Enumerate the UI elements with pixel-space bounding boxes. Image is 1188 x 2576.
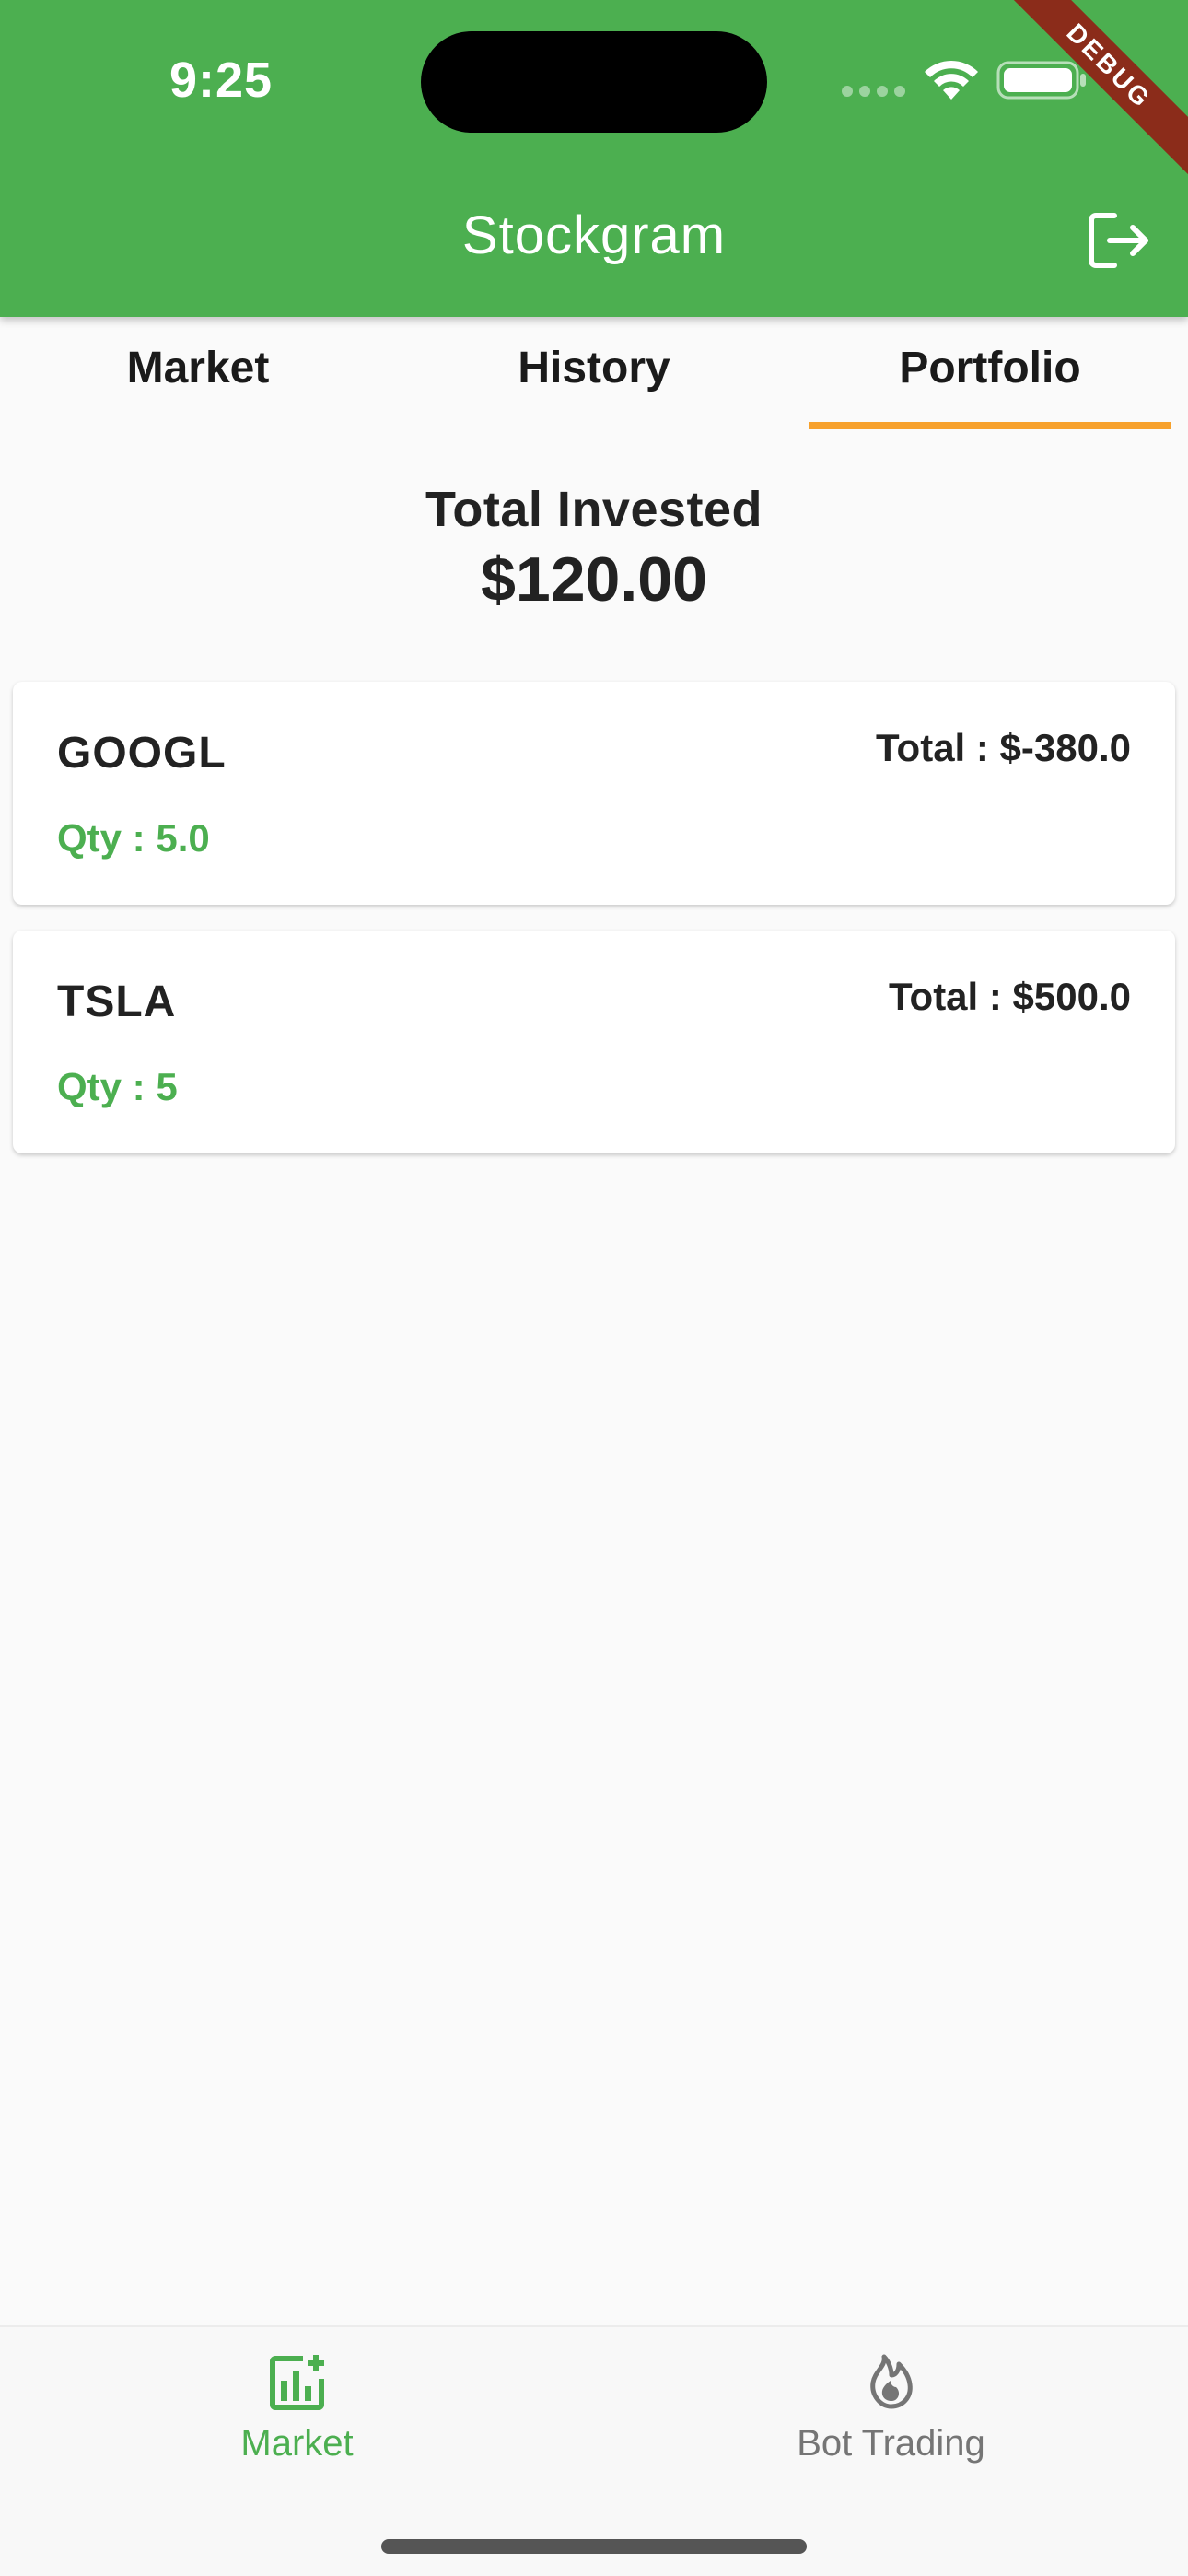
cellular-signal-icon <box>842 86 906 97</box>
wifi-icon <box>925 60 978 100</box>
holding-symbol: GOOGL <box>57 729 227 778</box>
nav-item-bot-trading[interactable]: Bot Trading <box>594 2353 1188 2465</box>
nav-label-market: Market <box>240 2423 354 2464</box>
logout-icon[interactable] <box>1087 210 1153 271</box>
nav-item-market[interactable]: Market <box>0 2353 594 2465</box>
tab-history[interactable]: History <box>396 317 792 429</box>
tab-portfolio[interactable]: Portfolio <box>792 317 1188 429</box>
total-invested-label: Total Invested <box>425 482 763 537</box>
dynamic-island <box>421 31 767 133</box>
nav-label-bot-trading: Bot Trading <box>797 2423 985 2464</box>
app-title: Stockgram <box>461 205 727 265</box>
tab-bar: Market History Portfolio <box>0 317 1188 429</box>
app-bar: 9:25 DEBUG Stockgram <box>0 0 1188 317</box>
total-invested-value: $120.00 <box>481 544 707 615</box>
holding-qty: Qty : 5 <box>57 1065 178 1108</box>
status-time: 9:25 <box>169 53 274 108</box>
holding-card[interactable]: TSLA Total : $500.0 Qty : 5 <box>13 931 1175 1153</box>
holding-total: Total : $500.0 <box>889 975 1131 1018</box>
tab-market[interactable]: Market <box>0 317 396 429</box>
home-indicator[interactable] <box>381 2539 807 2554</box>
battery-icon <box>996 61 1086 100</box>
flame-icon <box>869 2354 913 2409</box>
chart-add-icon <box>269 2355 324 2410</box>
holding-symbol: TSLA <box>57 978 177 1026</box>
tab-selected-indicator <box>809 422 1171 429</box>
holding-qty: Qty : 5.0 <box>57 816 210 860</box>
holding-total: Total : $-380.0 <box>876 726 1131 769</box>
holding-card[interactable]: GOOGL Total : $-380.0 Qty : 5.0 <box>13 682 1175 905</box>
